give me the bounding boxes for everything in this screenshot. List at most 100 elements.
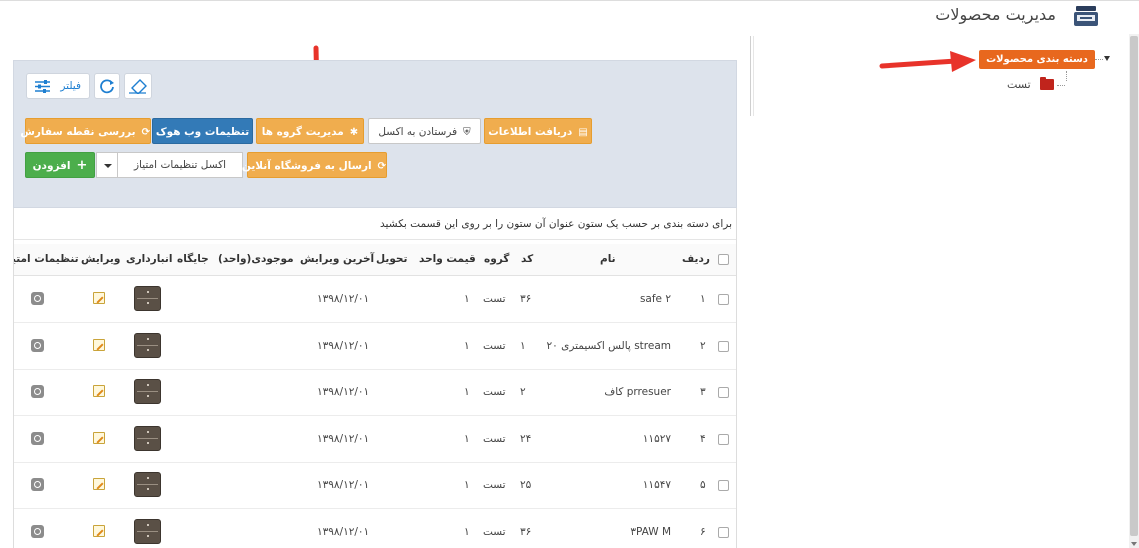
- refresh-icon: [100, 79, 114, 94]
- col-edit[interactable]: ویرایش: [81, 253, 120, 265]
- plus-icon: +: [76, 158, 88, 173]
- settings-icon[interactable]: [31, 478, 44, 491]
- cell-unit-price: ۱: [464, 293, 470, 305]
- send-excel-label: فرستادن به اکسل: [378, 126, 458, 138]
- row-checkbox[interactable]: [718, 526, 729, 538]
- cell-unit-price: ۱: [464, 432, 470, 445]
- clear-button[interactable]: [124, 73, 152, 99]
- edit-icon[interactable]: [93, 524, 105, 537]
- cell-name: کاف prresuer: [604, 386, 671, 398]
- table-row[interactable]: ۴ ۱۱۵۲۷ ۲۴ تست ۱ ۱۳۹۸/۱۲/۰۱: [14, 417, 736, 463]
- edit-icon[interactable]: [93, 385, 105, 397]
- col-row[interactable]: ردیف: [682, 253, 710, 265]
- toolbar-panel: فیلتر ⟳ بررسی نقطه سفارش تنظیمات وب هوک ✱…: [13, 60, 737, 208]
- add-label: افزودن: [32, 160, 71, 172]
- folder-icon: [1040, 77, 1054, 90]
- send-excel-button[interactable]: ⛨ فرستادن به اکسل: [368, 118, 481, 144]
- tree-node-test[interactable]: تست: [1005, 77, 1095, 93]
- inventory-cabinet-icon[interactable]: [134, 425, 161, 451]
- col-delivery[interactable]: تحویل: [376, 253, 407, 265]
- tree-node-root[interactable]: دسته بندی محصولات: [979, 50, 1095, 69]
- edit-icon[interactable]: [93, 478, 105, 490]
- cell-unit-price: ۱: [464, 525, 470, 538]
- table-row[interactable]: ۳ کاف prresuer ۲ تست ۱ ۱۳۹۸/۱۲/۰۱: [14, 370, 736, 416]
- col-name[interactable]: نام: [600, 253, 616, 265]
- cell-group: تست: [483, 293, 506, 305]
- select-all-checkbox[interactable]: [718, 254, 729, 265]
- splitter[interactable]: [750, 36, 751, 116]
- settings-icon[interactable]: [31, 524, 44, 538]
- cell-row: ۴: [700, 432, 706, 445]
- col-group[interactable]: گروه: [484, 253, 509, 265]
- row-checkbox[interactable]: [718, 387, 729, 398]
- check-order-point-label: بررسی نقطه سفارش: [20, 126, 136, 138]
- cell-group: تست: [483, 479, 506, 491]
- cell-row: ۳: [700, 386, 706, 398]
- cell-name: ۳PAW M: [630, 525, 671, 538]
- settings-icon[interactable]: [31, 292, 44, 305]
- webhook-settings-button[interactable]: تنظیمات وب هوک: [152, 118, 253, 144]
- inventory-cabinet-icon[interactable]: [134, 518, 161, 544]
- groups-icon: ✱: [349, 127, 359, 138]
- vertical-scrollbar[interactable]: [1129, 34, 1139, 548]
- grid-header: ردیف نام کد گروه قیمت واحد تحویل آخرین و…: [14, 244, 736, 276]
- manage-groups-label: مدیریت گروه ها: [261, 126, 344, 138]
- inventory-cabinet-icon[interactable]: [134, 286, 161, 311]
- tree-connector: [1095, 59, 1103, 60]
- refresh-icon: ⟳: [141, 127, 150, 138]
- cell-row: ۵: [700, 479, 706, 491]
- settings-icon[interactable]: [31, 338, 44, 352]
- row-checkbox[interactable]: [718, 433, 729, 445]
- edit-icon[interactable]: [93, 338, 105, 351]
- page-header: مدیریت محصولات: [0, 0, 1139, 34]
- col-code[interactable]: کد: [521, 253, 533, 265]
- col-inventory[interactable]: انبارداری: [126, 253, 172, 265]
- webhook-settings-label: تنظیمات وب هوک: [155, 126, 250, 138]
- sliders-icon: [35, 80, 50, 93]
- col-rating-settings[interactable]: تنظیمات امتیا: [14, 253, 79, 265]
- cell-unit-price: ۱: [464, 479, 470, 491]
- cell-row: ۲: [700, 339, 706, 352]
- receive-info-button[interactable]: ▤ دریافت اطلاعات: [484, 118, 592, 144]
- cell-last-edit: ۱۳۹۸/۱۲/۰۱: [317, 525, 370, 538]
- col-location[interactable]: جایگاه: [177, 253, 209, 265]
- excel-settings-select[interactable]: اکسل تنظیمات امتیاز: [117, 152, 243, 178]
- cell-group: تست: [483, 525, 506, 538]
- settings-icon[interactable]: [31, 431, 44, 445]
- col-last-edit[interactable]: آخرین ویرایش: [300, 253, 374, 265]
- col-unit-price[interactable]: قیمت واحد: [419, 253, 476, 265]
- scrollbar-thumb[interactable]: [1130, 36, 1138, 536]
- row-checkbox[interactable]: [718, 480, 729, 491]
- inventory-cabinet-icon[interactable]: [134, 379, 161, 404]
- inventory-cabinet-icon[interactable]: [134, 332, 161, 358]
- col-stock[interactable]: موجودی(واحد): [218, 253, 294, 265]
- table-row[interactable]: ۲ پالس اکسیمتری ۲۰ stream ۱ تست ۱ ۱۳۹۸/۱۲/۰۱: [14, 324, 736, 370]
- refresh-button[interactable]: [94, 73, 120, 99]
- cell-row: ۱: [700, 293, 706, 305]
- tree-collapse-icon[interactable]: [1104, 56, 1110, 61]
- excel-select-toggle[interactable]: [96, 152, 118, 178]
- filter-button[interactable]: فیلتر: [26, 73, 90, 99]
- manage-groups-button[interactable]: ✱ مدیریت گروه ها: [256, 118, 364, 144]
- eraser-icon: [129, 79, 147, 94]
- edit-icon[interactable]: [93, 431, 105, 444]
- edit-icon[interactable]: [93, 292, 105, 304]
- row-checkbox[interactable]: [718, 340, 729, 352]
- send-online-store-button[interactable]: ⟳ ارسال به فروشگاه آنلاین: [242, 152, 387, 178]
- row-checkbox[interactable]: [718, 294, 729, 305]
- add-button[interactable]: + افزودن: [25, 152, 95, 178]
- group-by-hint[interactable]: برای دسته بندی بر حسب یک ستون عنوان آن س…: [380, 218, 732, 230]
- settings-icon[interactable]: [31, 385, 44, 398]
- cell-last-edit: ۱۳۹۸/۱۲/۰۱: [317, 432, 370, 445]
- cell-unit-price: ۱: [464, 339, 470, 352]
- inventory-cabinet-icon[interactable]: [134, 472, 161, 497]
- refresh-icon: ⟳: [377, 161, 386, 172]
- table-row[interactable]: ۶ ۳PAW M ۳۶ تست ۱ ۱۳۹۸/۱۲/۰۱: [14, 510, 736, 548]
- table-row[interactable]: ۵ ۱۱۵۴۷ ۲۵ تست ۱ ۱۳۹۸/۱۲/۰۱: [14, 463, 736, 509]
- cell-unit-price: ۱: [464, 386, 470, 398]
- scroll-down-icon[interactable]: [1131, 542, 1137, 546]
- annotation-arrow-right: [879, 51, 976, 72]
- table-row[interactable]: ۱ safe ۲ ۳۶ تست ۱ ۱۳۹۸/۱۲/۰۱: [14, 277, 736, 323]
- check-order-point-button[interactable]: ⟳ بررسی نقطه سفارش: [20, 118, 151, 144]
- page-title: مدیریت محصولات: [935, 5, 1056, 24]
